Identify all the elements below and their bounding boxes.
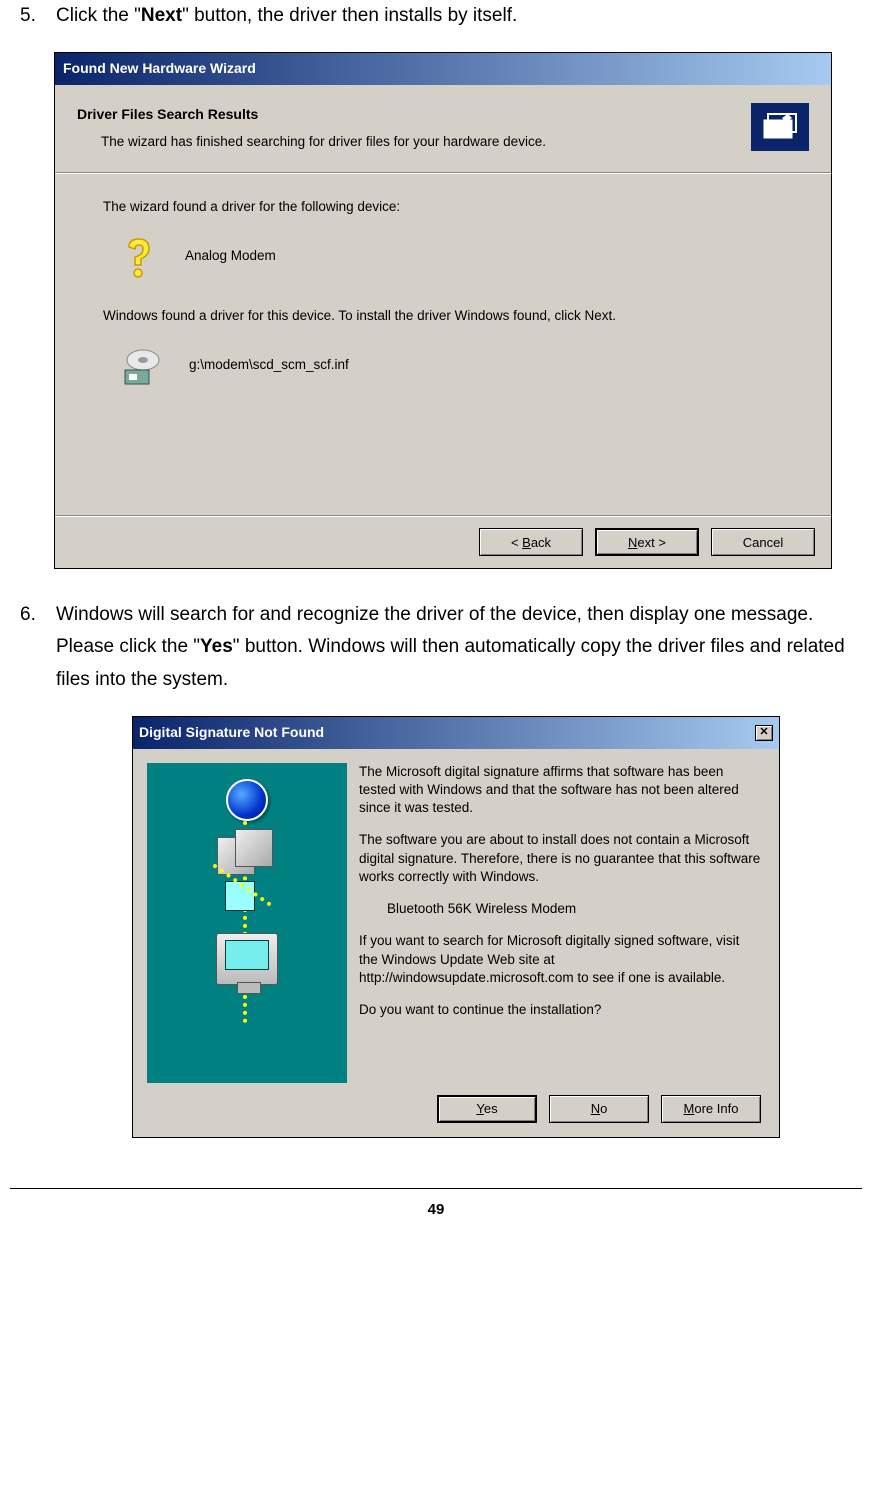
back-button[interactable]: < Back xyxy=(479,528,583,556)
monitor-icon xyxy=(216,933,278,985)
dialog-text: The Microsoft digital signature affirms … xyxy=(359,763,761,1083)
install-text: Windows found a driver for this device. … xyxy=(103,305,799,328)
question-mark-icon xyxy=(121,237,157,277)
para: Do you want to continue the installation… xyxy=(359,1001,761,1019)
para: The Microsoft digital signature affirms … xyxy=(359,763,761,818)
header-text: Driver Files Search Results The wizard h… xyxy=(77,103,741,154)
driver-path: g:\modem\scd_scm_scf.inf xyxy=(189,354,349,377)
next-button[interactable]: Next > xyxy=(595,528,699,556)
driver-row: g:\modem\scd_scm_scf.inf xyxy=(121,346,799,386)
text: Click the " xyxy=(56,5,141,26)
step-number: 5. xyxy=(20,0,56,32)
header-subtitle: The wizard has finished searching for dr… xyxy=(77,131,741,154)
hardware-wizard-dialog: Found New Hardware Wizard Driver Files S… xyxy=(54,52,832,569)
dialog-titlebar: Found New Hardware Wizard xyxy=(55,53,831,85)
globe-icon xyxy=(226,779,268,821)
para: If you want to search for Microsoft digi… xyxy=(359,932,761,987)
step-text: Windows will search for and recognize th… xyxy=(56,599,852,696)
cd-icon xyxy=(121,346,161,386)
setup-icon xyxy=(751,103,809,151)
step-text: Click the "Next" button, the driver then… xyxy=(56,0,852,32)
yes-button[interactable]: Yes xyxy=(437,1095,537,1123)
step-6: 6. Windows will search for and recognize… xyxy=(20,599,852,696)
found-text: The wizard found a driver for the follow… xyxy=(103,196,799,219)
bold-text: Next xyxy=(141,5,182,26)
dialog-title: Digital Signature Not Found xyxy=(139,721,324,745)
dialog-body: Driver Files Search Results The wizard h… xyxy=(55,85,831,515)
text: " button, the driver then installs by it… xyxy=(182,5,517,26)
dialog-buttons: < Back Next > Cancel xyxy=(55,515,831,568)
bold-text: Yes xyxy=(200,636,233,657)
dialog-header: Driver Files Search Results The wizard h… xyxy=(77,103,809,154)
dialog-graphic xyxy=(147,763,347,1083)
digital-signature-dialog: Digital Signature Not Found ✕ The Micros… xyxy=(132,716,780,1138)
step-number: 6. xyxy=(20,599,56,696)
dialog-content: The wizard found a driver for the follow… xyxy=(77,174,809,386)
page-footer: 49 xyxy=(10,1188,862,1223)
dialog-body: The Microsoft digital signature affirms … xyxy=(133,749,779,1083)
no-button[interactable]: No xyxy=(549,1095,649,1123)
device-name: Bluetooth 56K Wireless Modem xyxy=(359,900,761,918)
close-icon[interactable]: ✕ xyxy=(755,725,773,741)
step-5: 5. Click the "Next" button, the driver t… xyxy=(20,0,852,32)
page-number: 49 xyxy=(428,1201,445,1218)
header-title: Driver Files Search Results xyxy=(77,103,741,127)
cancel-button[interactable]: Cancel xyxy=(711,528,815,556)
dialog-titlebar: Digital Signature Not Found ✕ xyxy=(133,717,779,749)
documents-icon xyxy=(217,829,277,877)
para: The software you are about to install do… xyxy=(359,831,761,886)
dialog-buttons: Yes No More Info xyxy=(133,1083,779,1137)
device-row: Analog Modem xyxy=(121,237,799,277)
more-info-button[interactable]: More Info xyxy=(661,1095,761,1123)
device-name: Analog Modem xyxy=(185,245,276,268)
